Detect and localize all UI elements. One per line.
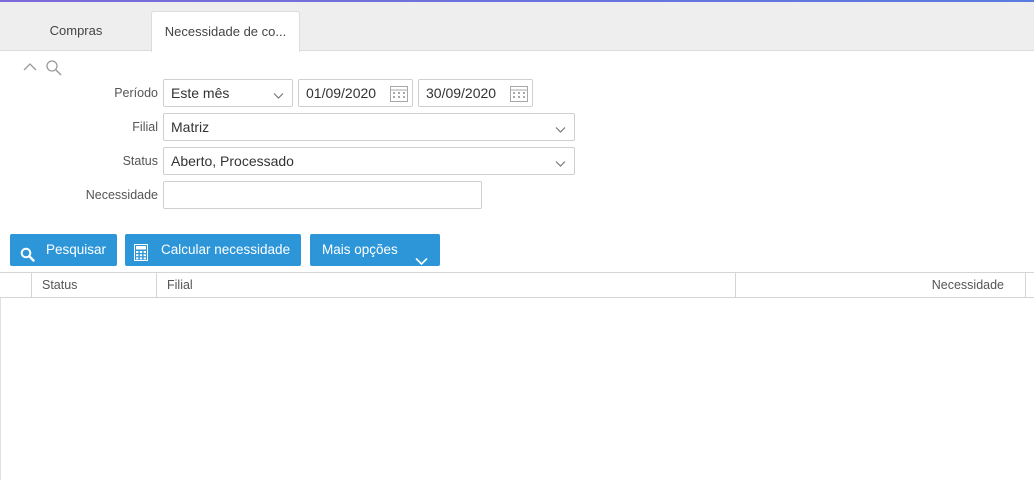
tab-compras[interactable]: Compras — [28, 11, 124, 51]
grid-extra-column — [1025, 273, 1034, 297]
grid-header: Status Filial Necessidade — [0, 272, 1034, 298]
necessidade-label: Necessidade — [85, 188, 158, 202]
pesquisar-button[interactable]: Pesquisar — [10, 234, 117, 266]
chevron-down-icon — [555, 122, 566, 137]
mais-opcoes-label: Mais opções — [322, 242, 398, 257]
chevron-up-icon[interactable] — [23, 60, 37, 75]
periodo-value: Este mês — [171, 85, 230, 101]
filial-label: Filial — [132, 120, 158, 134]
chevron-down-icon — [273, 88, 284, 103]
tab-bar: Compras Necessidade de co... — [0, 2, 1034, 52]
necessidade-input[interactable] — [163, 181, 482, 209]
status-label: Status — [122, 154, 158, 168]
tab-necessidade[interactable]: Necessidade de co... — [151, 11, 300, 52]
search-icon[interactable] — [45, 59, 63, 80]
column-header-status[interactable]: Status — [31, 273, 156, 297]
status-select[interactable]: Aberto, Processado — [163, 147, 575, 175]
column-header-filial[interactable]: Filial — [156, 273, 736, 297]
end-date-value: 30/09/2020 — [426, 85, 497, 101]
grid-body — [0, 298, 1034, 480]
calendar-icon[interactable] — [389, 84, 409, 106]
calendar-icon[interactable] — [509, 84, 529, 106]
search-icon — [20, 242, 35, 274]
pesquisar-label: Pesquisar — [46, 242, 107, 257]
calcular-label: Calcular necessidade — [161, 242, 291, 257]
filial-value: Matriz — [171, 119, 210, 135]
calcular-necessidade-button[interactable]: Calcular necessidade — [125, 234, 301, 266]
status-value: Aberto, Processado — [171, 153, 294, 169]
column-header-necessidade[interactable]: Necessidade — [735, 273, 1026, 297]
filial-select[interactable]: Matriz — [163, 113, 575, 141]
end-date-field[interactable]: 30/09/2020 — [418, 79, 533, 107]
periodo-label: Período — [114, 86, 158, 100]
calculator-icon — [134, 241, 148, 273]
start-date-field[interactable]: 01/09/2020 — [298, 79, 413, 107]
start-date-value: 01/09/2020 — [306, 85, 377, 101]
grid-select-column[interactable] — [0, 273, 31, 297]
periodo-select[interactable]: Este mês — [163, 79, 293, 107]
mais-opcoes-button[interactable]: Mais opções — [310, 234, 440, 266]
chevron-down-icon — [555, 156, 566, 171]
